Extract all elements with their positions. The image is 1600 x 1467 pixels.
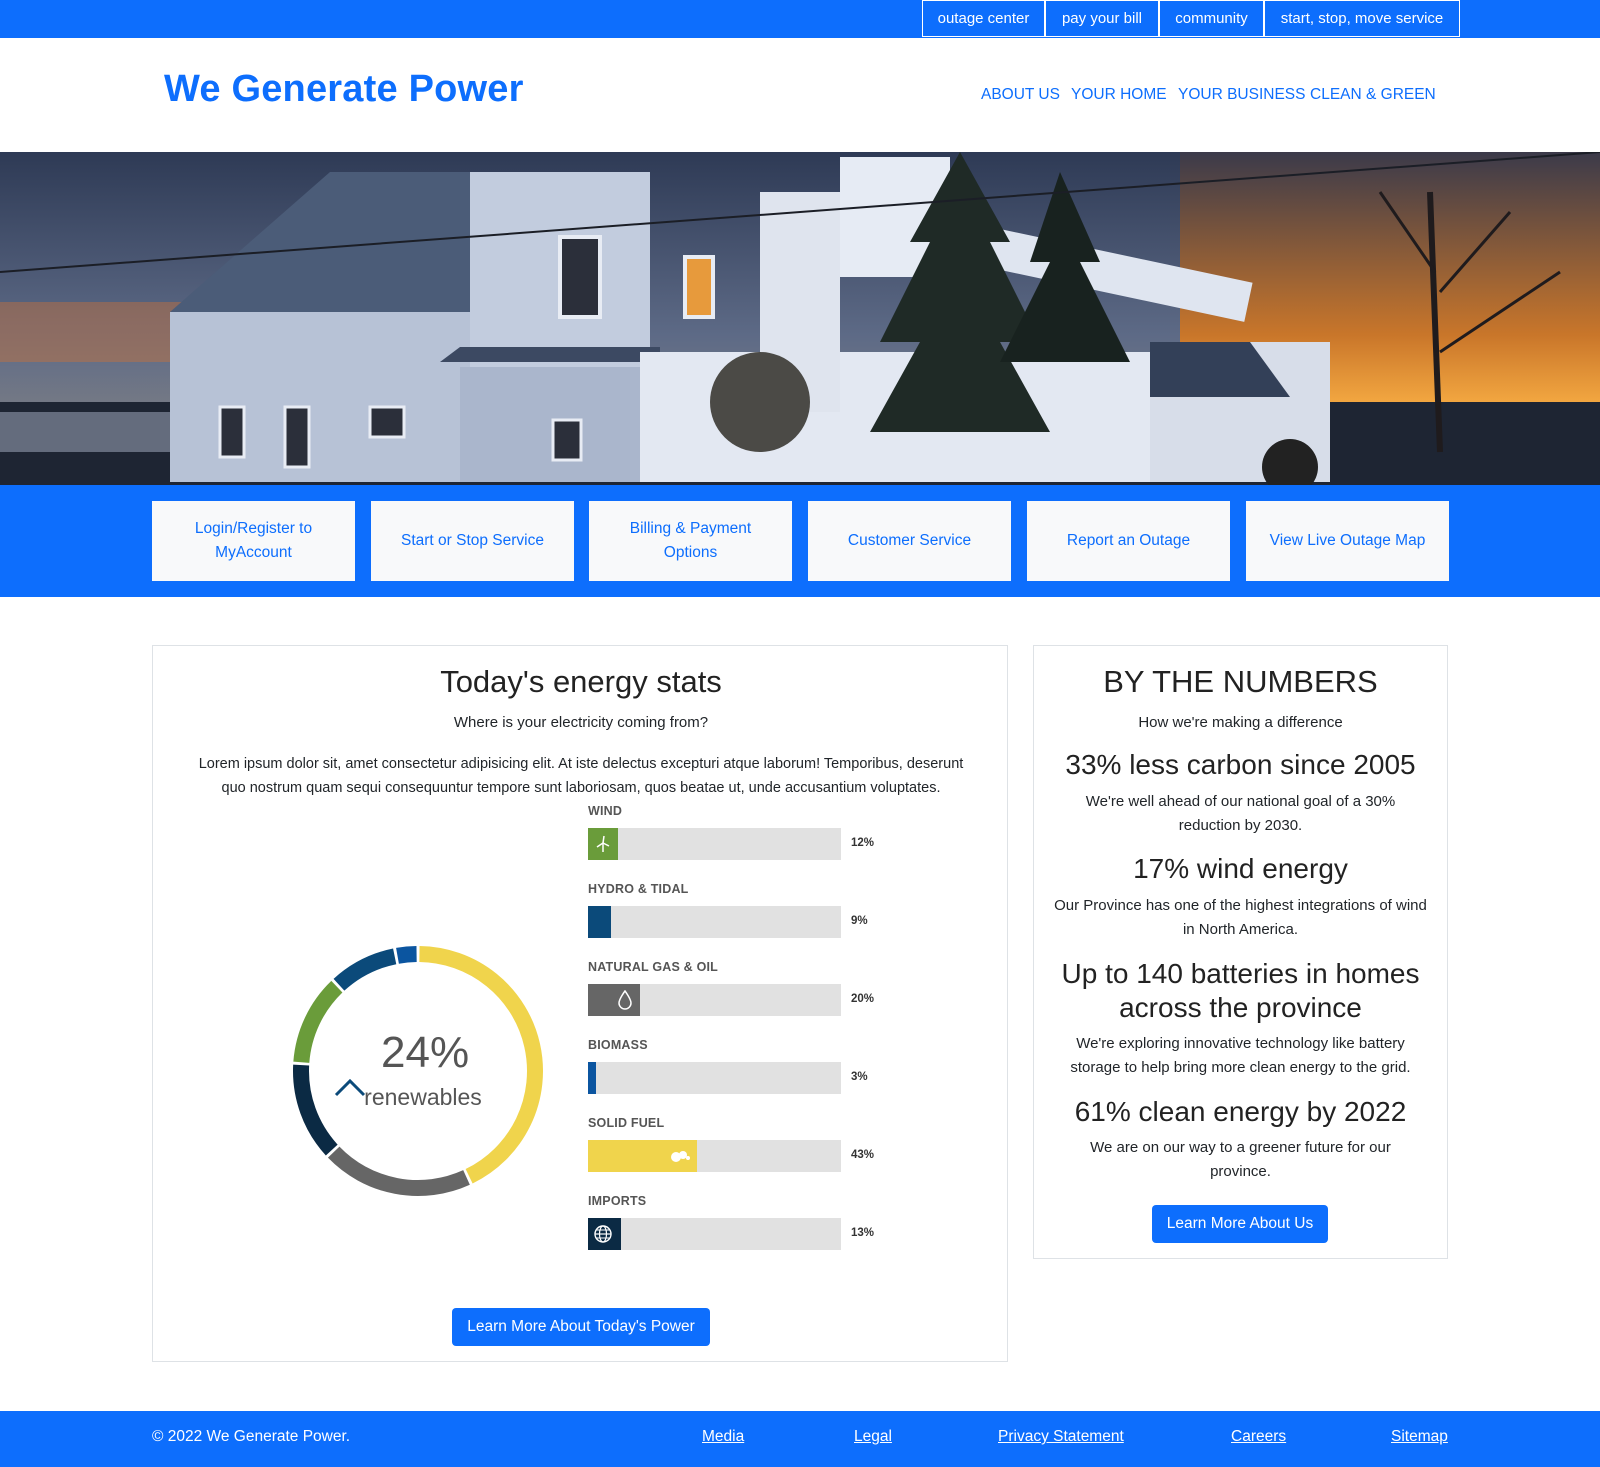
footer-link-careers[interactable]: Careers (1231, 1428, 1286, 1446)
bar-label: BIOMASS (588, 1038, 648, 1052)
bar-value-label: 3% (851, 1071, 868, 1083)
coal-icon (665, 1140, 695, 1172)
footer-link-sitemap[interactable]: Sitemap (1391, 1428, 1448, 1446)
donut-segment (293, 1064, 338, 1156)
bar-track (588, 984, 841, 1016)
footer-link-privacy[interactable]: Privacy Statement (998, 1428, 1124, 1446)
by-the-numbers-card: BY THE NUMBERS How we're making a differ… (1033, 645, 1448, 1259)
bar-value-label: 12% (851, 837, 875, 849)
energy-stats-title: Today's energy stats (440, 664, 722, 699)
bar-label: IMPORTS (588, 1194, 647, 1208)
footer-link-media[interactable]: Media (702, 1428, 744, 1446)
energy-stats-body: Lorem ipsum dolor sit, amet consectetur … (198, 756, 964, 796)
donut-value: 24% (381, 1028, 470, 1077)
energy-stats-card: Today's energy stats Where is your elect… (152, 645, 1008, 1362)
footer: © 2022 We Generate Power. Media Legal Pr… (0, 1411, 1600, 1467)
hero-scene (0, 152, 1600, 485)
stat-text: We're well ahead of our national goal of… (1085, 793, 1396, 834)
donut-segment (396, 946, 417, 964)
nav-about-us[interactable]: ABOUT US (981, 86, 1060, 104)
bar-value-label: 20% (851, 993, 875, 1005)
util-link-pay-bill[interactable]: pay your bill (1045, 0, 1159, 37)
donut-segment (293, 980, 343, 1064)
bar-value-label: 9% (851, 915, 868, 927)
globe-icon (588, 1218, 618, 1250)
stat-heading: 61% clean energy by 2022 (1074, 1096, 1407, 1127)
footer-copyright: © 2022 We Generate Power. (152, 1428, 351, 1445)
stat-heading: Up to 140 batteries in homes across the … (1061, 958, 1420, 1023)
quick-link-start-stop[interactable]: Start or Stop Service (371, 501, 574, 581)
bar-fill (588, 1062, 596, 1094)
stat-text: We are on our way to a greener future fo… (1090, 1139, 1391, 1180)
util-link-start-stop-move[interactable]: start, stop, move service (1264, 0, 1460, 37)
bar-label: NATURAL GAS & OIL (588, 960, 719, 974)
droplet-icon (610, 984, 640, 1016)
bar-track (588, 828, 841, 860)
bar-label: HYDRO & TIDAL (588, 882, 689, 896)
stat-text: Our Province has one of the highest inte… (1054, 897, 1427, 938)
util-link-outage-center[interactable]: outage center (922, 0, 1045, 37)
quick-link-billing[interactable]: Billing & Payment Options (589, 501, 792, 581)
nav-your-business[interactable]: YOUR BUSINESS (1178, 86, 1305, 104)
learn-more-about-us-button[interactable]: Learn More About Us (1152, 1205, 1328, 1243)
bar-value-label: 13% (851, 1227, 875, 1239)
bar-label: WIND (588, 804, 623, 818)
footer-link-legal[interactable]: Legal (854, 1428, 892, 1446)
brand-logo[interactable]: We Generate Power (164, 68, 524, 111)
stat-text: We're exploring innovative technology li… (1070, 1035, 1411, 1076)
bar-track (588, 1218, 841, 1250)
utility-bar: outage center pay your bill community st… (0, 0, 1600, 38)
wind-turbine-icon (588, 828, 618, 860)
bar-track (588, 906, 841, 938)
stat-heading: 33% less carbon since 2005 (1065, 749, 1416, 780)
numbers-title: BY THE NUMBERS (1103, 664, 1378, 699)
util-link-community[interactable]: community (1159, 0, 1264, 37)
bar-label: SOLID FUEL (588, 1116, 665, 1130)
hero-image (0, 152, 1600, 485)
quick-link-report-outage[interactable]: Report an Outage (1027, 501, 1230, 581)
bar-value-label: 43% (851, 1149, 875, 1161)
nav-your-home[interactable]: YOUR HOME (1071, 86, 1167, 104)
bar-fill (588, 906, 611, 938)
donut-segment (327, 1146, 470, 1196)
quick-link-login[interactable]: Login/Register to MyAccount (152, 501, 355, 581)
donut-label: renewables (364, 1084, 482, 1110)
energy-stats-subtitle: Where is your electricity coming from? (453, 714, 709, 731)
donut-segment (333, 948, 397, 991)
quick-link-outage-map[interactable]: View Live Outage Map (1246, 501, 1449, 581)
numbers-subtitle: How we're making a difference (1138, 714, 1343, 731)
bar-track (588, 1140, 841, 1172)
stat-heading: 17% wind energy (1133, 853, 1348, 884)
learn-more-power-button[interactable]: Learn More About Today's Power (452, 1308, 710, 1346)
nav-clean-green[interactable]: CLEAN & GREEN (1310, 86, 1436, 104)
quick-link-customer-service[interactable]: Customer Service (808, 501, 1011, 581)
bar-track (588, 1062, 841, 1094)
